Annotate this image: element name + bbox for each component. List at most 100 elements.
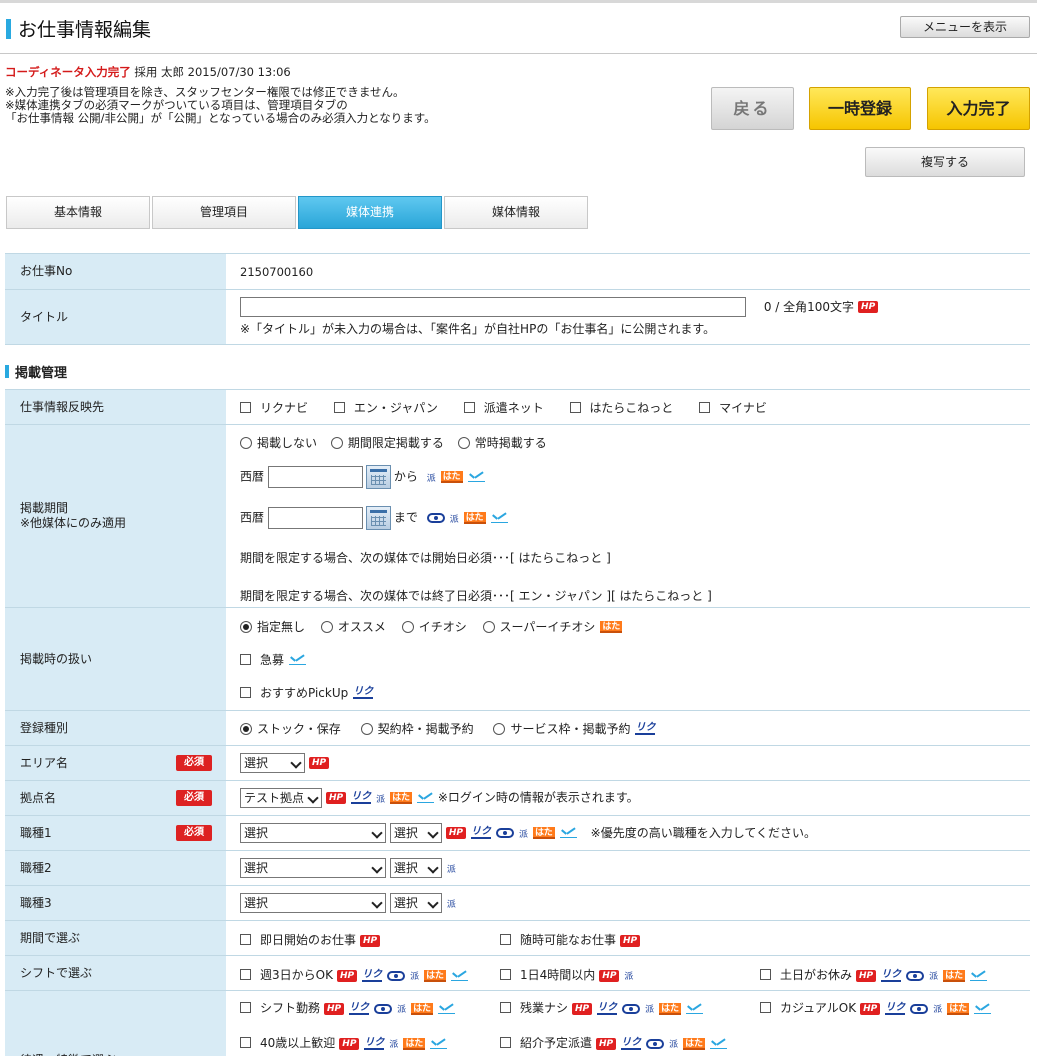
required-badge: 必須 [176,825,212,841]
label-reg-type: 登録種別 [5,710,226,746]
hatarako-icon: はた [600,621,623,633]
status-datetime: 2015/07/30 13:06 [187,65,291,79]
urgent-checkbox[interactable] [240,653,251,665]
mynavi-icon [467,472,485,482]
haken-icon: 派 [389,1040,399,1050]
hp-badge-icon: HP [860,1002,881,1015]
en-japan-icon [906,970,925,981]
option-shift-work[interactable]: シフト勤務 HP リク派はた [240,999,455,1016]
haken-icon: 派 [645,1005,655,1015]
pickup-checkbox[interactable] [240,686,251,698]
job3-select-minor[interactable]: 選択 [389,893,442,913]
hp-badge-icon: HP [572,1002,593,1015]
label-job-no: お仕事No [5,253,226,290]
radio-recommend[interactable]: オススメ [320,618,386,635]
radio-super-ichioshi[interactable]: スーパーイチオシ [482,618,595,635]
checkbox[interactable] [699,401,711,413]
temp-save-button[interactable]: 一時登録 [809,87,911,130]
radio-none[interactable]: 指定無し [240,618,305,635]
option-casual[interactable]: カジュアルOK HP リク派はた [760,999,992,1016]
copy-button[interactable]: 複写する [865,147,1025,177]
row-job2: 職種2 選択 選択派 [5,850,1030,886]
calendar-icon[interactable] [365,465,391,489]
tab-management[interactable]: 管理項目 [152,196,296,229]
title-input[interactable] [240,297,746,317]
tab-media-info[interactable]: 媒体情報 [444,196,588,229]
radio-no-post[interactable]: 掲載しない [240,428,317,458]
area-select[interactable]: 選択 [240,753,305,773]
label-reflect: 仕事情報反映先 [5,389,226,425]
job1-select-major[interactable]: 選択 [240,823,386,843]
radio-contract[interactable]: 契約枠・掲載予約 [360,720,474,737]
tab-media-link[interactable]: 媒体連携 [298,196,442,229]
complete-button[interactable]: 入力完了 [927,87,1030,130]
checkbox[interactable] [240,401,251,413]
radio-always[interactable]: 常時掲載する [457,428,547,458]
rikunabi-icon: リク [635,722,656,735]
base-select[interactable]: テスト拠点 [240,788,322,808]
haken-icon: 派 [426,473,436,484]
row-area: エリア名 必須 選択 HP [5,745,1030,781]
radio-service[interactable]: サービス枠・掲載予約 [493,720,630,737]
checkbox[interactable] [569,401,581,413]
hp-badge-icon: HP [309,757,330,769]
option-anytime[interactable]: 随時可能なお仕事 HP [500,931,641,948]
page-header: お仕事情報編集 メニューを表示 [0,3,1037,54]
en-japan-icon [374,1003,393,1014]
haken-icon: 派 [929,972,939,982]
option-weekends-off[interactable]: 土日がお休み HP リク派はた [760,966,987,983]
label-job3: 職種3 [5,885,226,921]
checkbox[interactable] [463,401,475,413]
label-area: エリア名 必須 [5,745,226,781]
radio-limited[interactable]: 期間限定掲載する [330,428,444,458]
option-4hours[interactable]: 1日4時間以内 HP 派 [500,966,633,983]
show-menu-button[interactable]: メニューを表示 [900,16,1030,38]
label-base: 拠点名 必須 [5,780,226,816]
option-temp-to-perm[interactable]: 紹介予定派遣 HP リク派はた [500,1034,727,1051]
mynavi-icon [559,828,577,838]
job1-select-minor[interactable]: 選択 [389,823,442,843]
back-button[interactable]: 戻る [711,87,794,130]
checkbox[interactable] [333,401,345,413]
calendar-icon[interactable] [365,506,391,530]
end-date-input[interactable] [267,507,363,529]
rikunabi-icon: リク [881,968,902,982]
title-accent-bar [6,19,11,39]
option-mynavi[interactable]: マイナビ [699,399,767,416]
job2-select-major[interactable]: 選択 [240,858,386,878]
en-japan-icon [495,828,514,838]
option-over40[interactable]: 40歳以上歓迎 HP リク派はた [240,1034,448,1051]
haken-icon: 派 [376,794,386,805]
haken-icon: 派 [446,899,456,910]
radio-ichioshi[interactable]: イチオシ [401,618,467,635]
hatarako-icon: はた [532,827,555,839]
section-title: 掲載管理 [5,362,67,381]
radio-stock[interactable]: ストック・保存 [240,720,341,737]
haken-icon: 派 [933,1005,943,1015]
row-base: 拠点名 必須 テスト拠点 HP リク派はた ※ログイン時の情報が表示されます。 [5,780,1030,816]
option-same-day[interactable]: 即日開始のお仕事 HP [240,931,381,948]
option-riku[interactable]: リクナビ [240,399,308,416]
row-period-choose: 期間で選ぶ 即日開始のお仕事 HP 随時可能なお仕事 HP [5,920,1030,956]
haken-icon: 派 [446,864,456,875]
hp-badge-icon: HP [336,969,358,982]
option-3days[interactable]: 週3日からOK HP リク派はた [240,966,468,983]
en-japan-icon [387,970,406,981]
start-date-input[interactable] [267,466,363,488]
option-no-overtime[interactable]: 残業ナシ HP リク派はた [500,999,703,1016]
option-hatarako[interactable]: はたらこねっと [569,399,673,416]
option-haken[interactable]: 派遣ネット [463,399,544,416]
hp-badge-icon: HP [326,792,347,804]
row-treatment: 待遇・特徴で選ぶ シフト勤務HPリク派はた 残業ナシHPリク派はた カジュアルO… [5,990,1030,1056]
mynavi-icon [416,793,434,803]
job3-select-major[interactable]: 選択 [240,893,386,913]
hp-badge-icon: HP [339,1037,360,1050]
row-shift-choose: シフトで選ぶ 週3日からOK HP リク派はた 1日4時間以内 HP 派 土日がお休み H… [5,955,1030,991]
tab-basic-info[interactable]: 基本情報 [6,196,150,229]
rikunabi-icon: リク [353,686,374,699]
option-en[interactable]: エン・ジャパン [333,399,438,416]
mynavi-icon [710,1039,727,1049]
mynavi-icon [450,971,468,981]
job2-select-minor[interactable]: 選択 [389,858,442,878]
hp-badge-icon: HP [620,934,641,947]
